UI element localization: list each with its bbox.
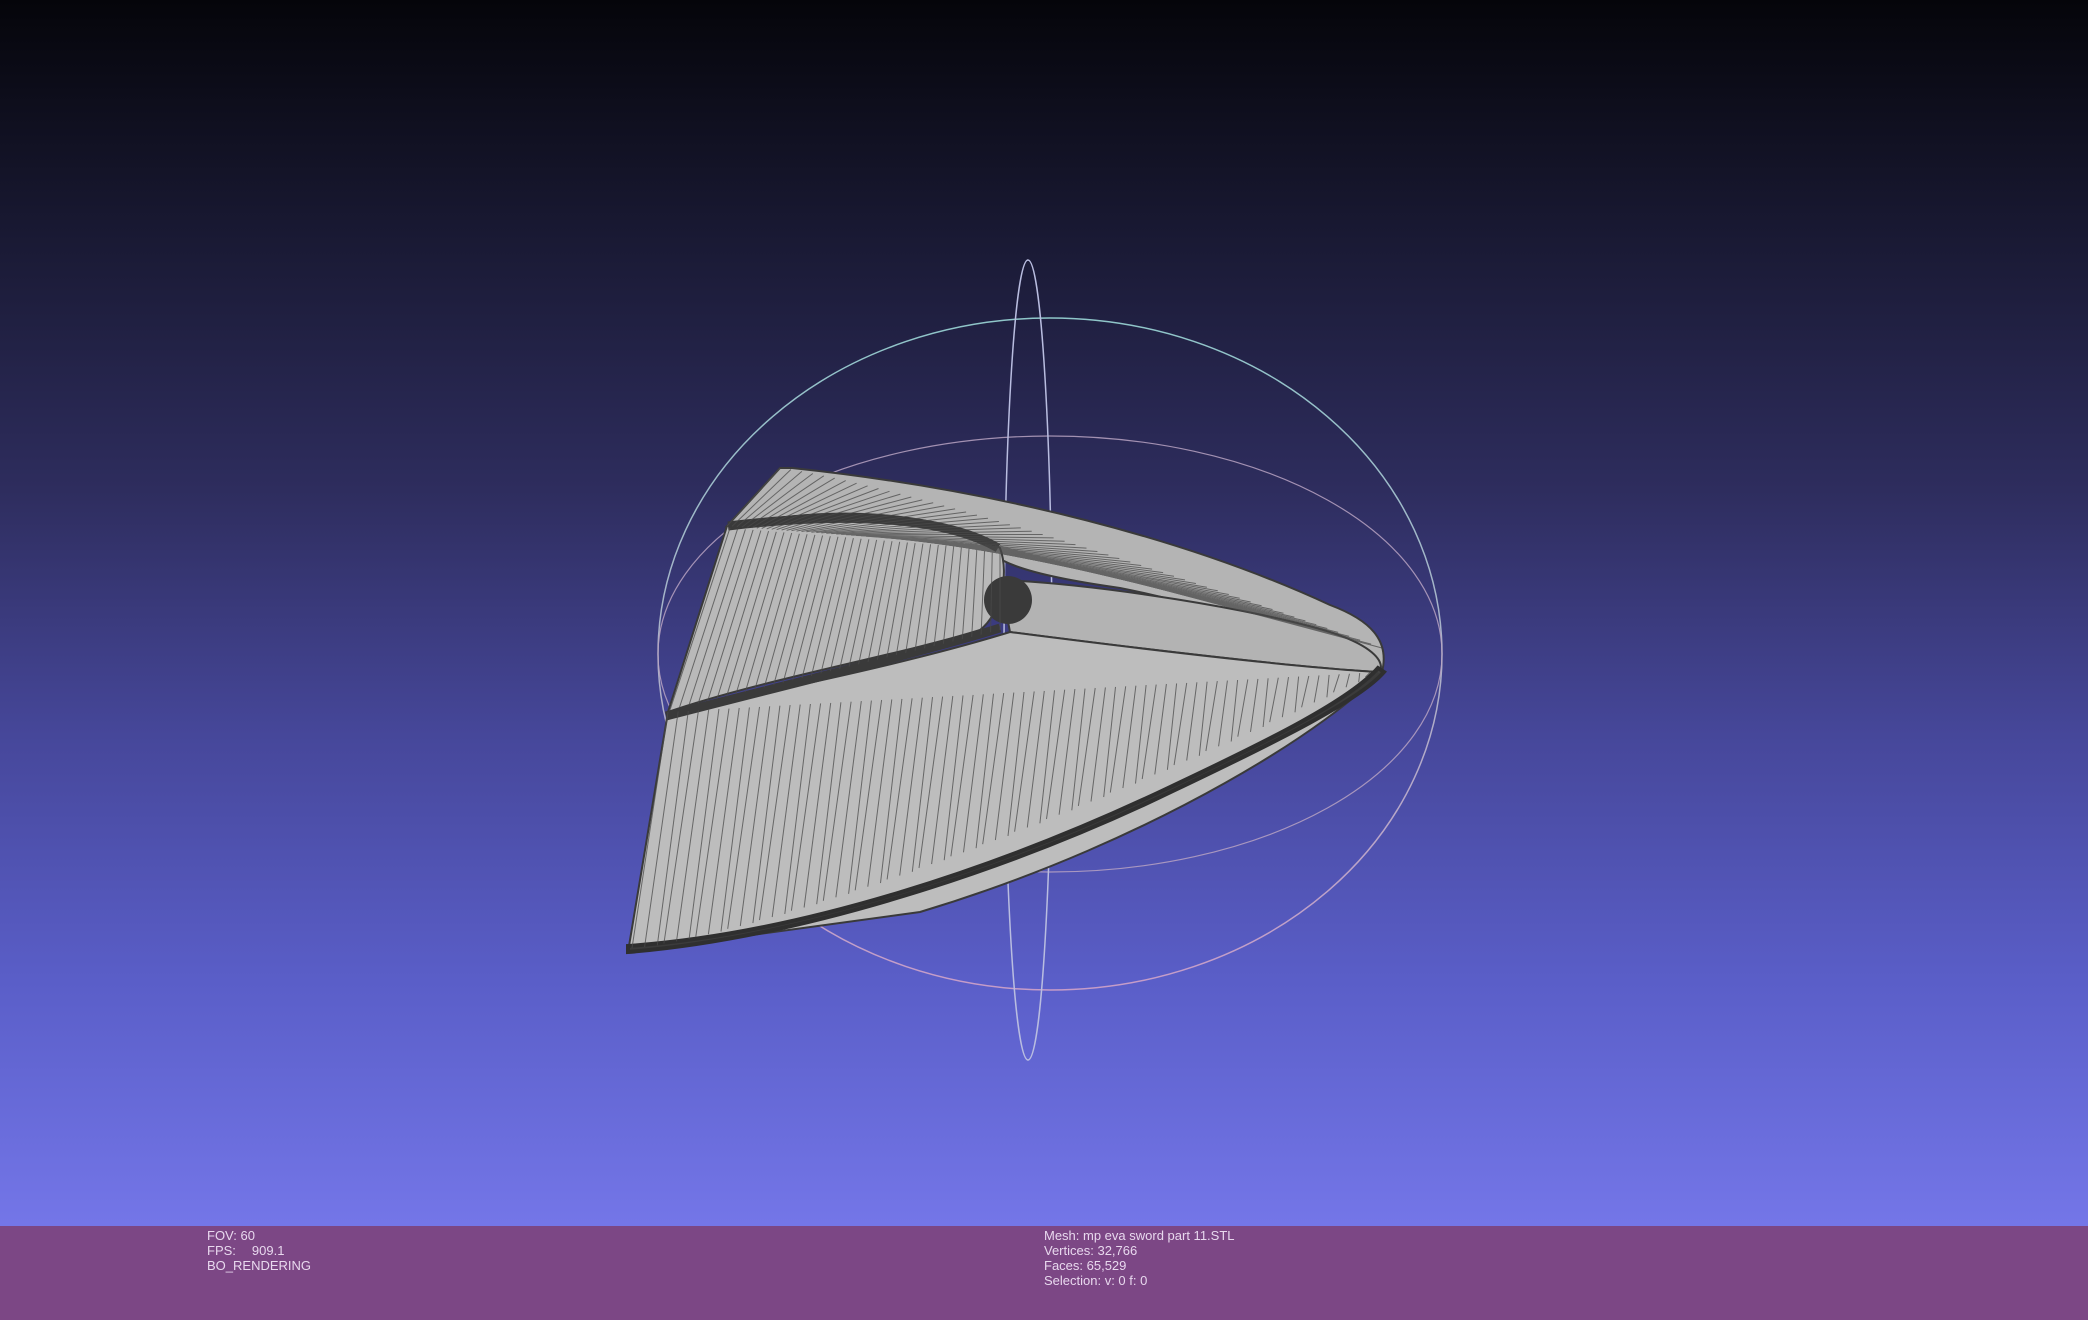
render-mode-readout: BO_RENDERING <box>207 1258 312 1273</box>
status-info-bar: FOV: 60 FPS: 909.1 BO_RENDERING Mesh: mp … <box>0 1226 2088 1320</box>
fps-value: 909.1 <box>251 1243 285 1258</box>
render-info-panel: FOV: 60 FPS: 909.1 BO_RENDERING <box>207 1228 311 1273</box>
fps-label: FPS: <box>207 1243 236 1258</box>
mesh-info-panel: Mesh: mp eva sword part 11.STL Vertices:… <box>1044 1228 1235 1288</box>
fps-readout: FPS: 909.1 <box>207 1243 311 1258</box>
scene-canvas[interactable] <box>0 0 2088 1226</box>
mesh-name-readout: Mesh: mp eva sword part 11.STL <box>1044 1228 1235 1243</box>
3d-viewport[interactable] <box>0 0 2088 1226</box>
meshlab-window: FOV: 60 FPS: 909.1 BO_RENDERING Mesh: mp … <box>0 0 2088 1320</box>
selection-readout: Selection: v: 0 f: 0 <box>1044 1273 1148 1288</box>
faces-readout: Faces: 65,529 <box>1044 1258 1127 1273</box>
vertices-readout: Vertices: 32,766 <box>1044 1243 1138 1258</box>
fov-readout: FOV: 60 <box>207 1228 255 1243</box>
mesh-model[interactable] <box>626 467 1387 955</box>
